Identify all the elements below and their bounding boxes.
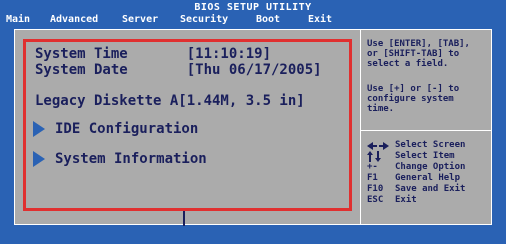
main-panel: System Time [11:10:19] System Date [Thu … [14,29,492,226]
submenu-system-information[interactable]: System Information [33,151,207,167]
key-row: Select Item [367,151,487,162]
key-description: Select Item [395,151,455,161]
submenu-label: IDE Configuration [55,121,199,137]
menu-advanced[interactable]: Advanced [46,14,102,26]
callout-line [183,211,185,226]
panel-divider [360,30,361,224]
key-legend: Select Screen Select Item +- Change Opti… [367,140,487,206]
key-description: Save and Exit [395,184,466,194]
key-row: ESC Exit [367,195,487,206]
bios-title: BIOS SETUP UTILITY [194,2,312,13]
help-line: Use [ENTER], [TAB], [367,39,470,49]
help-line: select a field. [367,59,449,69]
help-line: configure system [367,94,454,104]
key-description: Change Option [395,162,466,172]
menu-exit[interactable]: Exit [304,14,336,26]
up-down-arrows-icon [367,151,395,162]
left-right-arrows-icon [367,140,395,151]
key-row: Select Screen [367,140,487,151]
help-divider [361,130,492,131]
help-line: or [SHIFT-TAB] to [367,49,460,59]
key-label: +- [367,162,378,172]
menu-boot[interactable]: Boot [252,14,284,26]
submenu-label: System Information [55,151,207,167]
key-description: General Help [395,173,461,183]
menu-security[interactable]: Security [176,14,232,26]
help-line: time. [367,104,395,114]
system-date-field[interactable]: System Date [Thu 06/17/2005] [35,62,322,78]
key-label: F10 [367,184,384,194]
settings-area: System Time [11:10:19] System Date [Thu … [15,30,360,226]
menu-server[interactable]: Server [118,14,162,26]
menu-bar: Main Advanced Server Security Boot Exit [0,14,506,26]
submenu-arrow-icon [33,121,45,137]
key-label: F1 [367,173,378,183]
submenu-ide-configuration[interactable]: IDE Configuration [33,121,198,137]
submenu-arrow-icon [33,151,45,167]
legacy-diskette-field[interactable]: Legacy Diskette A[1.44M, 3.5 in] [35,93,305,109]
key-description: Select Screen [395,140,466,150]
top-bar: BIOS SETUP UTILITY Main Advanced Server … [0,0,506,26]
key-row: F1 General Help [367,173,487,184]
system-time-field[interactable]: System Time [11:10:19] [35,46,271,62]
key-description: Exit [395,195,417,205]
help-line: Use [+] or [-] to [367,84,460,94]
menu-main[interactable]: Main [2,14,34,26]
key-row: +- Change Option [367,162,487,173]
key-row: F10 Save and Exit [367,184,487,195]
key-label: ESC [367,195,384,205]
bottom-bar [0,230,506,244]
